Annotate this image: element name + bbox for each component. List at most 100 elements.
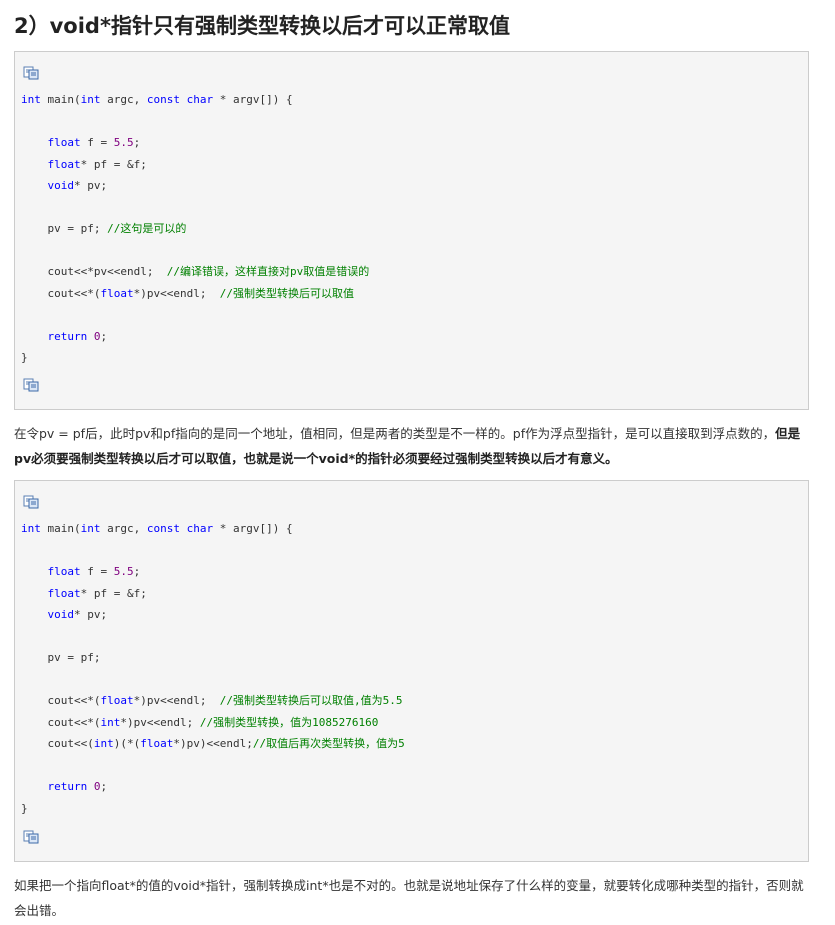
- code-token: *)pv)<<endl;: [173, 737, 253, 750]
- code-token: 0: [93, 329, 101, 343]
- code-token: * pv;: [74, 179, 108, 192]
- section-heading: 2）void*指针只有强制类型转换以后才可以正常取值: [14, 14, 510, 38]
- code-line: return 0;: [21, 776, 802, 798]
- code-token: cout<<*pv<<endl;: [21, 265, 167, 278]
- code-token: 5.5: [113, 136, 134, 149]
- code-token: )(*(: [113, 737, 141, 750]
- code-token: void: [47, 608, 75, 621]
- conclusion-paragraph: 如果把一个指向float*的值的void*指针，强制转换成int*也是不对的。也…: [14, 873, 814, 923]
- code-token: const char: [146, 93, 214, 106]
- code-token: main(: [40, 93, 81, 106]
- code-token: const char: [146, 522, 214, 535]
- code-token: cout<<*(: [21, 715, 101, 729]
- code-token: ;: [133, 565, 141, 578]
- copy-code-icon[interactable]: [23, 830, 39, 844]
- code-token: * argv[]) {: [213, 522, 293, 535]
- code-line: void* pv;: [21, 604, 802, 626]
- code-token: float: [47, 565, 81, 578]
- code-token: cout<<(: [21, 737, 94, 750]
- code-token: 5.5: [113, 565, 134, 578]
- code-line: }: [21, 798, 802, 820]
- code-block-2: int main(int argc, const char * argv[]) …: [14, 480, 809, 862]
- code-token: //这句是可以的: [107, 222, 187, 235]
- code-token: //取值后再次类型转换，值为5: [252, 737, 405, 750]
- code-token: float: [47, 157, 81, 171]
- code-block-1: int main(int argc, const char * argv[]) …: [14, 51, 809, 410]
- code-token: argc,: [100, 522, 147, 535]
- copy-code-icon[interactable]: [23, 378, 39, 392]
- code-token: float: [47, 586, 81, 600]
- code-line: float* pf = &f;: [21, 583, 802, 605]
- code-token: * pf = &f;: [80, 157, 147, 171]
- code-token: argc,: [100, 93, 147, 106]
- code-token: void: [47, 179, 75, 192]
- code-token: ;: [100, 329, 108, 343]
- paragraph-text: 在令pv = pf后，此时pv和pf指向的是同一个地址，值相同，但是两者的类型是…: [14, 426, 776, 441]
- code-token: float: [100, 694, 134, 707]
- code-token: int: [93, 737, 114, 750]
- code-token: main(: [40, 522, 81, 535]
- code-token: f =: [80, 565, 114, 578]
- code-token: * argv[]) {: [213, 93, 293, 106]
- code-lines: int main(int argc, const char * argv[]) …: [21, 89, 802, 369]
- code-token: cout<<*(: [21, 694, 101, 707]
- code-token: * pv;: [74, 608, 108, 621]
- code-line: pv = pf; //这句是可以的: [21, 218, 802, 240]
- copy-code-icon[interactable]: [23, 66, 39, 80]
- code-line: cout<<(int)(*(float*)pv)<<endl;//取值后再次类型…: [21, 733, 802, 755]
- code-token: return: [47, 780, 88, 793]
- code-line: cout<<*pv<<endl; //编译错误，这样直接对pv取值是错误的: [21, 261, 802, 283]
- code-token: //强制类型转换后可以取值,值为5.5: [219, 694, 403, 707]
- article: 2）void*指针只有强制类型转换以后才可以正常取值 int main(int …: [0, 0, 835, 925]
- code-token: int: [21, 522, 41, 535]
- code-token: return: [47, 329, 88, 343]
- copy-code-icon[interactable]: [23, 495, 39, 509]
- code-line: float f = 5.5;: [21, 561, 802, 583]
- code-token: //编译错误，这样直接对pv取值是错误的: [166, 265, 370, 278]
- code-token: pv = pf;: [21, 651, 101, 664]
- code-token: *)pv<<endl;: [120, 715, 200, 729]
- code-line: void* pv;: [21, 175, 802, 197]
- code-line: float f = 5.5;: [21, 132, 802, 154]
- code-token: //强制类型转换后可以取值: [219, 286, 354, 300]
- code-lines: int main(int argc, const char * argv[]) …: [21, 518, 802, 819]
- code-token: int: [80, 522, 101, 535]
- code-token: }: [21, 351, 28, 364]
- code-token: ;: [100, 780, 108, 793]
- explanation-paragraph: 在令pv = pf后，此时pv和pf指向的是同一个地址，值相同，但是两者的类型是…: [14, 421, 814, 471]
- code-line: cout<<*(float*)pv<<endl; //强制类型转换后可以取值,值…: [21, 690, 802, 712]
- code-token: pv = pf;: [21, 222, 108, 235]
- code-token: float: [100, 286, 134, 300]
- code-token: cout<<*(: [21, 286, 101, 300]
- code-line: float* pf = &f;: [21, 154, 802, 176]
- paragraph-text: 如果把一个指向float*的值的void*指针，强制转换成int*也是不对的。也…: [14, 878, 804, 918]
- code-token: f =: [80, 136, 114, 149]
- code-token: float: [47, 136, 81, 149]
- code-line: }: [21, 347, 802, 369]
- code-token: //强制类型转换，值为1085276160: [199, 715, 379, 729]
- code-line: int main(int argc, const char * argv[]) …: [21, 518, 802, 540]
- code-token: int: [21, 93, 41, 106]
- code-line: cout<<*(int*)pv<<endl; //强制类型转换，值为108527…: [21, 712, 802, 734]
- code-line: return 0;: [21, 326, 802, 348]
- code-token: int: [100, 715, 121, 729]
- code-token: 0: [93, 780, 101, 793]
